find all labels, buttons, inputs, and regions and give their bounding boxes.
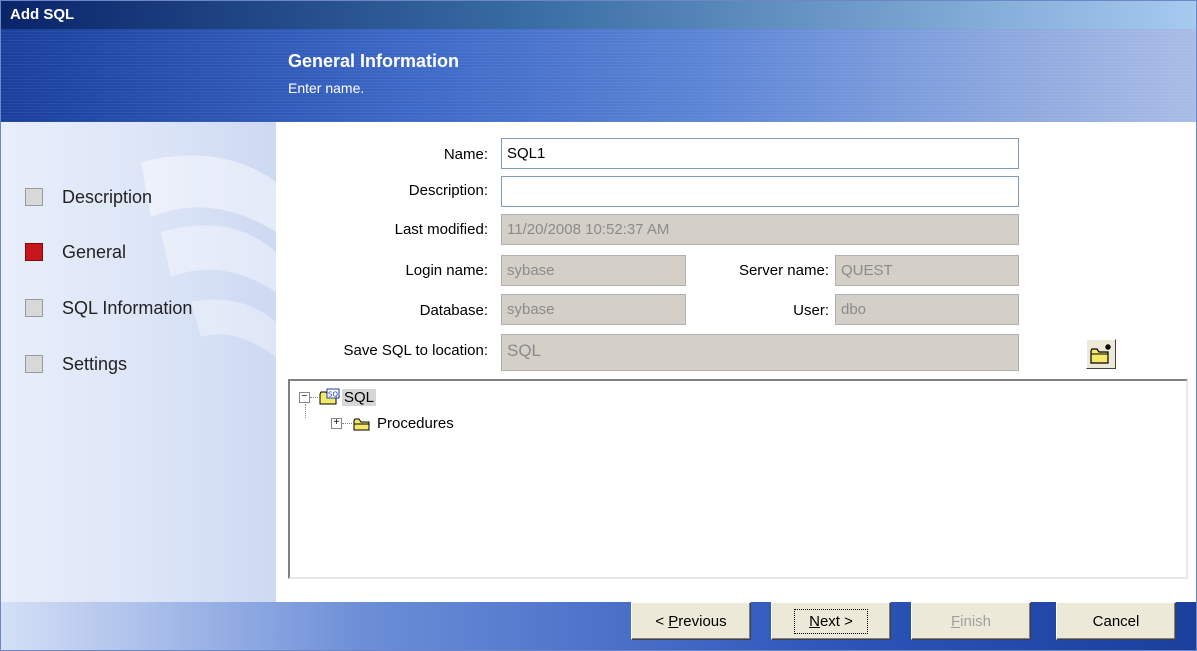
save-location-label: Save SQL to location: [343, 342, 488, 359]
step-general[interactable]: General [25, 241, 126, 263]
step-label: Settings [62, 353, 128, 374]
tree-node-sql[interactable]: − SQL SQL [299, 388, 377, 406]
description-field[interactable] [501, 176, 1019, 207]
save-location-field: SQL [501, 334, 1019, 371]
window-title: Add SQL [10, 6, 75, 23]
tree-node-procedures[interactable]: + Procedures [331, 415, 454, 432]
next-label: ext > [819, 612, 853, 630]
add-sql-dialog: Add SQL General Information Enter name. … [0, 0, 1197, 651]
step-settings[interactable]: Settings [25, 353, 127, 375]
step-indicator [25, 299, 43, 317]
step-sql-information[interactable]: SQL Information [25, 297, 192, 319]
tree-label-procedures: Procedures [377, 415, 454, 432]
name-label: Name: [443, 146, 488, 163]
step-indicator [25, 355, 43, 373]
database-field: sybase [501, 294, 686, 325]
next-button[interactable]: Next > [771, 602, 891, 640]
previous-button[interactable]: < Previous [631, 602, 751, 640]
step-label: SQL Information [62, 297, 193, 318]
page-subtitle: Enter name. [288, 80, 365, 96]
tree-label-sql: SQL [342, 388, 377, 406]
last-modified-label: Last modified: [394, 221, 488, 238]
finish-label: inish [960, 612, 992, 630]
expand-toggle[interactable]: + [331, 418, 342, 429]
title-bar[interactable]: Add SQL [1, 1, 1196, 29]
step-description[interactable]: Description [25, 186, 152, 208]
collapse-toggle[interactable]: − [299, 391, 310, 403]
previous-prefix: < [655, 612, 669, 630]
cancel-button[interactable]: Cancel [1056, 602, 1176, 640]
sql-folder-icon: SQL [319, 388, 340, 405]
name-field[interactable]: SQL1 [501, 138, 1019, 169]
description-label: Description: [408, 182, 488, 199]
step-indicator-active [25, 243, 43, 261]
finish-button[interactable]: Finish [911, 602, 1031, 640]
folder-icon [353, 418, 370, 430]
new-folder-icon [1090, 344, 1111, 364]
step-label: General [62, 241, 127, 262]
step-label: Description [62, 186, 153, 207]
wizard-steps-sidebar: Description General SQL Information Sett… [1, 122, 276, 602]
user-label: User: [793, 302, 829, 319]
browse-folder-button[interactable] [1086, 339, 1116, 369]
login-name-field: sybase [501, 255, 686, 286]
database-label: Database: [419, 302, 488, 319]
svg-text:SQL: SQL [328, 391, 340, 399]
header-banner: General Information Enter name. [1, 29, 1196, 122]
step-indicator [25, 188, 43, 206]
server-name-label: Server name: [738, 262, 829, 279]
server-name-field: QUEST [835, 255, 1019, 286]
sql-location-tree[interactable]: − SQL SQL + Procedures [288, 379, 1188, 579]
user-field: dbo [835, 294, 1019, 325]
previous-accelerator: P [668, 612, 679, 630]
page-title: General Information [288, 51, 460, 71]
finish-accelerator: F [950, 612, 961, 630]
next-accelerator: N [809, 612, 820, 630]
last-modified-field: 11/20/2008 10:52:37 AM [501, 214, 1019, 245]
login-name-label: Login name: [405, 262, 488, 279]
previous-label: revious [678, 612, 727, 630]
